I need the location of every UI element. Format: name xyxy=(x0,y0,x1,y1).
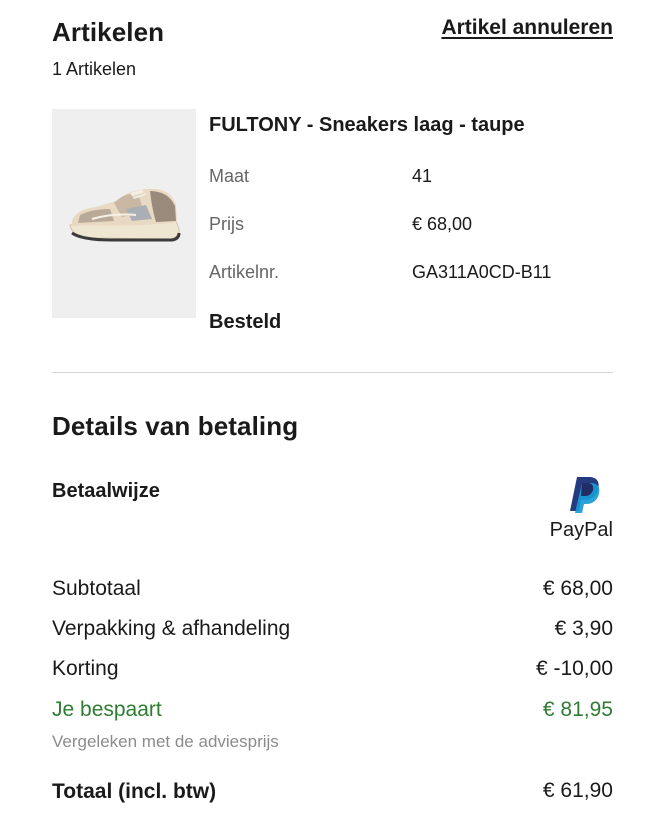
payment-method-name: PayPal xyxy=(549,519,613,541)
payment-details-title: Details van betaling xyxy=(52,411,299,441)
cancel-item-link[interactable]: Artikel annuleren xyxy=(441,16,613,40)
size-label: Maat xyxy=(209,166,250,186)
size-value: 41 xyxy=(412,166,433,186)
total-label: Totaal (incl. btw) xyxy=(52,780,217,803)
order-status: Besteld xyxy=(209,311,282,333)
discount-value: € -10,00 xyxy=(535,657,613,680)
items-title: Artikelen xyxy=(52,17,165,47)
subtotal-label: Subtotaal xyxy=(52,577,141,600)
article-number-value: GA311A0CD-B11 xyxy=(412,262,552,282)
product-name[interactable]: FULTONY - Sneakers laag - taupe xyxy=(209,114,525,137)
section-divider xyxy=(52,372,613,373)
product-image[interactable] xyxy=(52,109,196,318)
price-value: € 68,00 xyxy=(412,214,473,234)
savings-label: Je bespaart xyxy=(52,698,162,721)
subtotal-value: € 68,00 xyxy=(542,577,613,600)
payment-method-label: Betaalwijze xyxy=(52,480,160,502)
article-number-label: Artikelnr. xyxy=(209,262,280,282)
packaging-label: Verpakking & afhandeling xyxy=(52,617,291,640)
price-label: Prijs xyxy=(209,214,244,234)
paypal-icon xyxy=(568,475,604,513)
packaging-value: € 3,90 xyxy=(554,617,613,640)
discount-label: Korting xyxy=(52,657,119,680)
total-value: € 61,90 xyxy=(542,779,613,802)
savings-value: € 81,95 xyxy=(542,698,613,721)
sneaker-image xyxy=(69,188,181,242)
items-count: 1 Artikelen xyxy=(52,59,137,79)
savings-note: Vergeleken met de adviesprijs xyxy=(52,732,279,751)
